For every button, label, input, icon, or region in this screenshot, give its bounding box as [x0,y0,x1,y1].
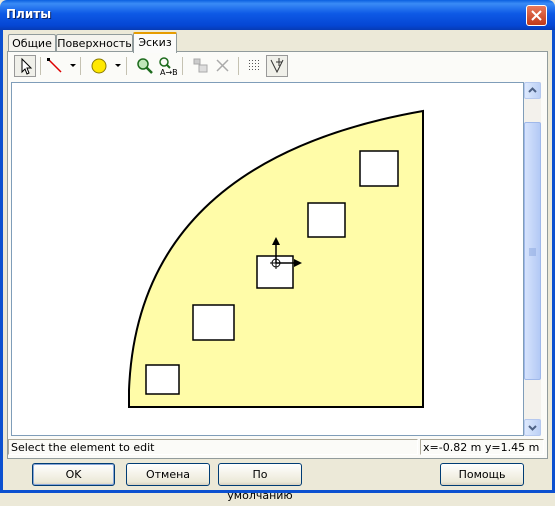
select-tool-button[interactable] [14,55,36,77]
ok-button[interactable]: OK [32,463,115,486]
tab-sketch[interactable]: Эскиз [133,32,177,53]
cancel-button[interactable]: Отмена [126,463,210,486]
window-frame-left [0,30,3,493]
scroll-up-button[interactable] [524,82,541,99]
copy-element-icon [193,58,208,73]
circle-tool-button[interactable] [88,55,110,77]
circle-tool-dropdown-icon[interactable] [115,64,121,67]
snap-toggle-button[interactable] [266,55,288,77]
delete-button[interactable] [212,55,234,77]
svg-text:A→B: A→B [160,68,178,77]
tab-surface-label: Поверхность [57,37,132,50]
line-tool-button[interactable] [44,55,66,77]
toolbar-separator [126,57,127,75]
title-bar[interactable]: Плиты [0,0,555,30]
toolbar-separator [40,57,41,75]
select-arrow-icon [21,57,33,75]
scroll-thumb[interactable] [524,122,541,380]
help-button[interactable]: Помощь [440,463,524,486]
opening-2[interactable] [192,304,235,341]
snap-icon [270,58,284,74]
canvas-vertical-scrollbar[interactable] [524,82,541,436]
opening-1[interactable] [145,364,180,395]
dialog-window: Плиты Общие Поверхность Эскиз A→B Select… [0,0,555,502]
close-button[interactable] [526,5,547,26]
status-message: Select the element to edit [8,439,418,455]
line-tool-dropdown-icon[interactable] [70,64,76,67]
toolbar-separator [238,57,239,75]
tab-sketch-label: Эскиз [138,36,172,49]
grip-icon [529,248,536,256]
tab-surface[interactable]: Поверхность [56,34,133,52]
chevron-up-icon [528,87,537,93]
zoom-tool-button[interactable] [134,55,156,77]
sketch-toolbar: A→B [10,55,290,79]
opening-5[interactable] [359,150,399,187]
sketch-drawing[interactable] [12,83,523,435]
window-title: Плиты [6,7,52,21]
sketch-canvas[interactable] [11,82,524,436]
opening-3[interactable] [256,255,294,289]
draw-circle-icon [91,58,107,74]
default-button[interactable]: По умолчанию [218,463,302,502]
draw-line-icon [47,58,62,73]
status-bar: Select the element to edit x=-0.82 m y=1… [8,439,544,455]
toolbar-separator [182,57,183,75]
grid-icon [249,60,259,70]
close-icon [531,10,542,21]
text-label-icon: A→B [159,57,178,77]
chevron-down-icon [528,425,537,431]
zoom-icon [137,58,153,74]
scroll-down-button[interactable] [524,419,541,436]
toolbar-separator [80,57,81,75]
delete-icon [216,59,229,72]
cursor-coordinates: x=-0.82 m y=1.45 m [420,439,544,455]
tab-general-label: Общие [12,37,52,50]
tab-general[interactable]: Общие [8,34,56,52]
grid-toggle-button[interactable] [244,55,266,77]
text-tool-button[interactable]: A→B [156,55,178,77]
opening-4[interactable] [307,202,346,238]
copy-element-button[interactable] [190,55,212,77]
